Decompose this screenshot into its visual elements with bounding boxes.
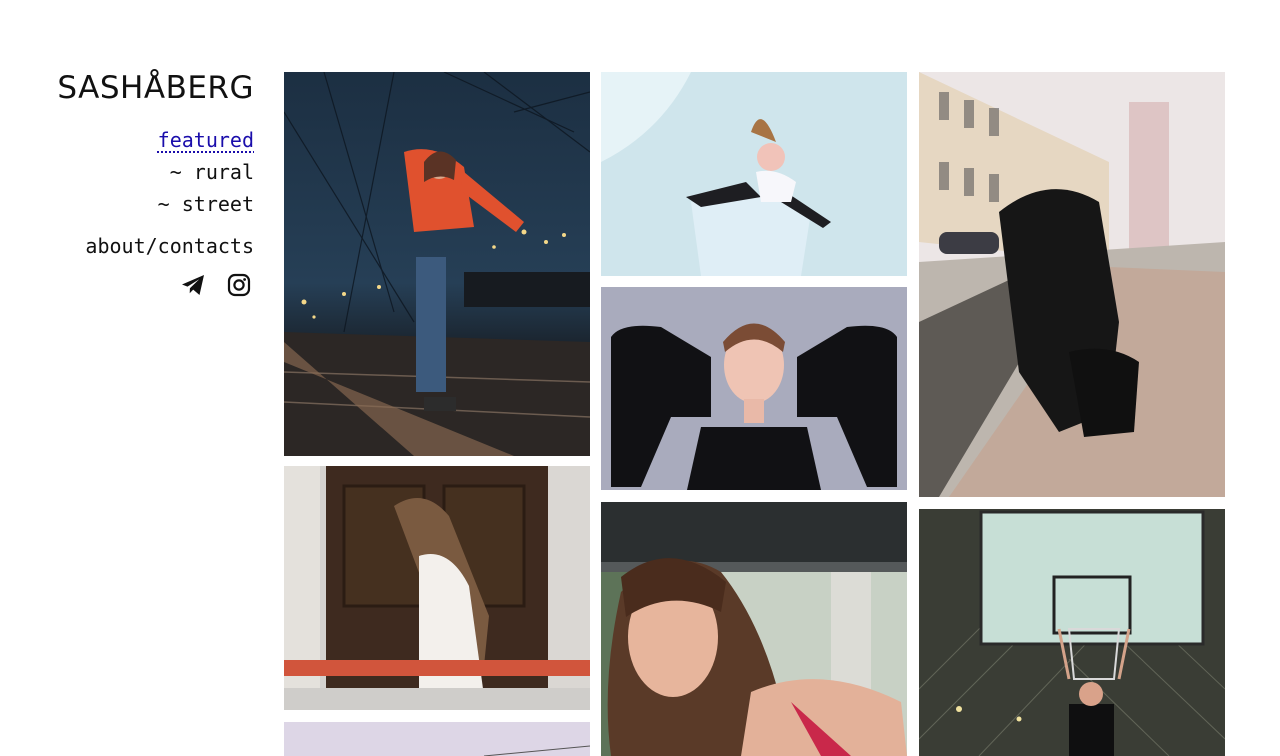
sidebar: SASHÅBERG featured ~ rural ~ street abou… (0, 0, 254, 756)
photo-night-railway-portrait[interactable] (284, 72, 590, 456)
telegram-icon[interactable] (180, 272, 206, 298)
social-links (180, 272, 252, 298)
photo-light-sky-photo[interactable] (284, 722, 590, 756)
main-nav: featured ~ rural ~ street (158, 124, 254, 220)
photo-basketball-hoop-portrait[interactable] (919, 509, 1225, 756)
nav-link-street[interactable]: ~ street (158, 188, 254, 220)
photo-grey-backdrop-portrait[interactable] (601, 287, 907, 490)
instagram-icon[interactable] (226, 272, 252, 298)
photo-door-white-coat-portrait[interactable] (284, 466, 590, 710)
nav-link-rural[interactable]: ~ rural (158, 156, 254, 188)
photo-snow-lying-portrait[interactable] (601, 72, 907, 276)
nav-link-about-contacts[interactable]: about/contacts (85, 230, 254, 262)
site-logo[interactable]: SASHÅBERG (57, 70, 254, 106)
nav-link-featured[interactable]: featured (158, 124, 254, 156)
photo-street-couple-walking[interactable] (919, 72, 1225, 497)
photo-forest-gazebo-portrait[interactable] (601, 502, 907, 756)
